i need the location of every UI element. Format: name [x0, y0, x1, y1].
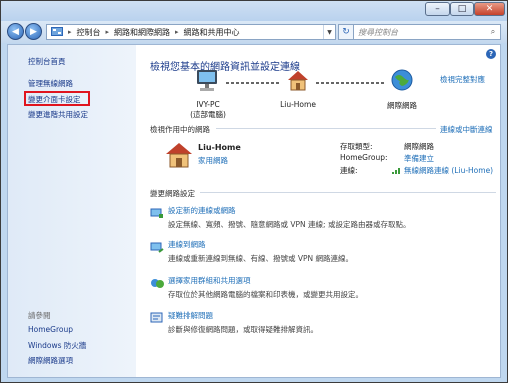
main-panel: ? 檢視您基本的網路資訊並設定連線 檢視完整對應 IVY-PC (這部電腦) L…: [136, 45, 500, 377]
access-type-label: 存取類型:: [340, 142, 373, 151]
back-button[interactable]: ◀: [7, 23, 24, 40]
home-network-icon: [288, 71, 308, 91]
sidebar-item-adapter-settings[interactable]: 變更介面卡設定: [28, 94, 81, 105]
sidebar-item-advanced-sharing[interactable]: 變更進階共用設定: [28, 109, 88, 120]
divider: [216, 128, 436, 129]
connect-network-link[interactable]: 連線到網路: [168, 239, 353, 250]
homegroup-icon: [151, 279, 164, 288]
wireless-signal-icon: [392, 168, 400, 174]
address-row: ◀ ▶ ▸ 控制台 ▸ 網路和網際網路 ▸ 網路和共用中心 ▼ ↻ 搜尋控制台 …: [1, 21, 507, 43]
see-full-map-link[interactable]: 檢視完整對應: [440, 74, 485, 85]
task-setup-connection: 設定新的連線或網路 設定無線、寬頻、撥號、隨意網路或 VPN 連線; 或設定路由…: [168, 205, 410, 230]
setup-connection-link[interactable]: 設定新的連線或網路: [168, 205, 410, 216]
search-icon[interactable]: ⌕: [486, 25, 500, 39]
wireless-connection-link[interactable]: 無線網路連線 (Liu-Home): [404, 165, 493, 176]
map-node-label: IVY-PC: [196, 100, 220, 109]
new-connection-icon: [150, 208, 163, 218]
map-node-label: Liu-Home: [280, 100, 316, 109]
map-node-home: Liu-Home: [276, 100, 320, 109]
home-icon: [166, 143, 192, 168]
help-icon[interactable]: ?: [486, 49, 496, 59]
breadcrumb-separator: ▸: [105, 28, 110, 36]
troubleshoot-link[interactable]: 疑難排解問題: [168, 310, 318, 321]
task-description: 連線或重新連線到無線、有線、撥號或 VPN 網路連線。: [168, 254, 354, 263]
map-connector: [226, 82, 280, 84]
sidebar-item-internet-options[interactable]: 網際網路選項: [28, 355, 73, 366]
refresh-button[interactable]: ↻: [338, 24, 354, 40]
change-settings-heading: 變更網路設定: [150, 189, 195, 198]
task-homegroup-sharing: 選擇家用群組和共用選項 存取位於其他網路電腦的檔案和印表機，或變更共用設定。: [168, 275, 363, 300]
map-node-label: 網際網路: [387, 101, 417, 110]
arrow-right-icon: ▶: [30, 26, 37, 37]
breadcrumb-separator: ▸: [175, 28, 179, 36]
search-input[interactable]: 搜尋控制台 ⌕: [353, 24, 501, 40]
breadcrumb-control-panel[interactable]: 控制台: [77, 27, 101, 38]
connect-disconnect-link[interactable]: 連線或中斷連線: [440, 124, 493, 135]
search-placeholder: 搜尋控制台: [358, 27, 398, 37]
map-connector: [316, 82, 386, 84]
refresh-icon: ↻: [342, 27, 350, 37]
sidebar-item-control-panel-home[interactable]: 控制台首頁: [28, 56, 66, 67]
troubleshoot-icon: [150, 312, 163, 323]
internet-globe-icon: [391, 69, 413, 91]
connect-network-icon: [150, 242, 164, 253]
homegroup-link[interactable]: 準備建立: [404, 153, 434, 164]
computer-icon: [197, 70, 217, 91]
connections-label: 連線:: [340, 166, 358, 175]
active-networks-heading: 檢視作用中的網路: [150, 125, 210, 134]
map-node-internet: 網際網路: [380, 100, 424, 111]
page-title: 檢視您基本的網路資訊並設定連線: [150, 62, 300, 73]
history-dropdown[interactable]: ▼: [323, 25, 335, 39]
control-panel-icon: [51, 27, 63, 36]
map-node-sub: (這部電腦): [190, 110, 226, 119]
title-bar: – □ ✕: [1, 1, 507, 21]
close-button[interactable]: ✕: [474, 2, 505, 16]
maximize-button[interactable]: □: [450, 2, 474, 16]
divider: [200, 192, 496, 193]
arrow-left-icon: ◀: [12, 26, 19, 37]
access-type-value: 網際網路: [404, 142, 434, 151]
homegroup-label: HomeGroup:: [340, 153, 388, 162]
content-area: 控制台首頁 管理無線網路 變更介面卡設定 變更進階共用設定 請參閱 HomeGr…: [7, 44, 501, 378]
minimize-button[interactable]: –: [425, 2, 450, 16]
sidebar-item-firewall[interactable]: Windows 防火牆: [28, 340, 86, 351]
breadcrumb-network-internet[interactable]: 網路和網際網路: [114, 27, 170, 38]
breadcrumb-network-center[interactable]: 網路和共用中心: [184, 27, 240, 38]
homegroup-sharing-link[interactable]: 選擇家用群組和共用選項: [168, 275, 363, 286]
window: – □ ✕ ◀ ▶ ▸ 控制台 ▸ 網路和網際網路 ▸ 網路和共用中心 ▼ ↻ …: [0, 0, 508, 383]
see-also-heading: 請參閱: [28, 311, 51, 320]
map-node-this-pc: IVY-PC (這部電腦): [188, 100, 228, 120]
task-description: 設定無線、寬頻、撥號、隨意網路或 VPN 連線; 或設定路由器或存取點。: [168, 220, 411, 229]
sidebar: 控制台首頁 管理無線網路 變更介面卡設定 變更進階共用設定 請參閱 HomeGr…: [8, 45, 136, 377]
forward-button[interactable]: ▶: [25, 23, 42, 40]
task-connect-network: 連線到網路 連線或重新連線到無線、有線、撥號或 VPN 網路連線。: [168, 239, 353, 264]
task-description: 存取位於其他網路電腦的檔案和印表機，或變更共用設定。: [168, 290, 363, 299]
address-bar[interactable]: ▸ 控制台 ▸ 網路和網際網路 ▸ 網路和共用中心 ▼: [46, 24, 336, 40]
task-description: 診斷與修復網路問題，或取得疑難排解資訊。: [168, 325, 318, 334]
sidebar-item-homegroup[interactable]: HomeGroup: [28, 325, 73, 334]
breadcrumb-separator: ▸: [68, 28, 72, 36]
network-type-link[interactable]: 家用網路: [198, 155, 228, 166]
network-name: Liu-Home: [198, 143, 241, 152]
task-troubleshoot: 疑難排解問題 診斷與修復網路問題，或取得疑難排解資訊。: [168, 310, 318, 335]
chevron-down-icon: ▼: [327, 28, 332, 36]
sidebar-item-manage-wireless[interactable]: 管理無線網路: [28, 78, 73, 89]
